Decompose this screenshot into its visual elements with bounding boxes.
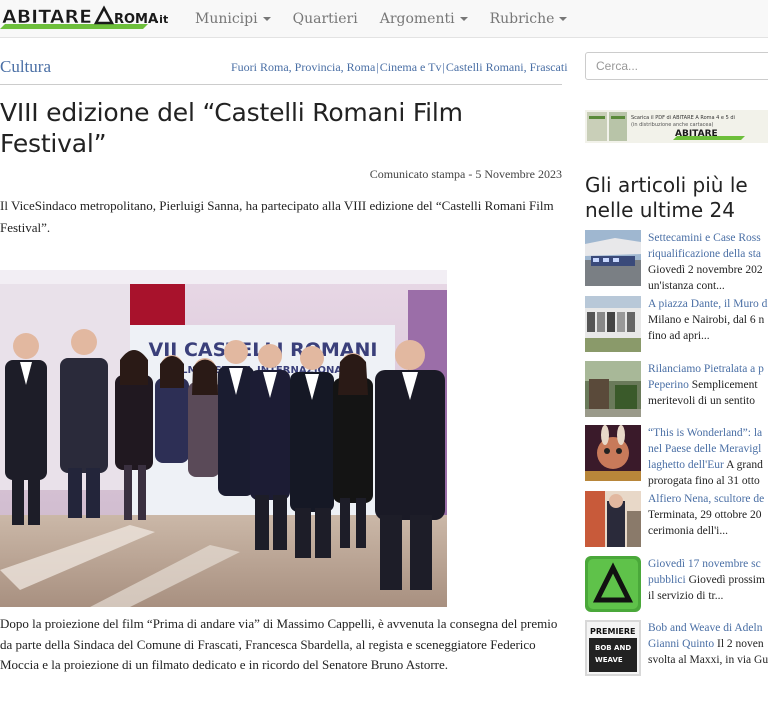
article-link[interactable]: Alfiero Nena, scultore de: [648, 491, 768, 507]
thumb-text: PREMIERE: [590, 627, 636, 636]
banner-text: Scarica il PDF di ABITARE A Roma 4 e 5 d…: [631, 115, 735, 121]
article-link[interactable]: Giovedì 17 novembre sc: [648, 556, 768, 572]
banner-subtext: (in distribuzione anche cartacea): [631, 122, 714, 128]
chevron-down-icon: [559, 17, 568, 21]
article-tags: Fuori Roma, Provincia, Roma|Cinema e Tv|…: [231, 60, 568, 74]
nav-quartieri-label: Quartieri: [292, 11, 358, 27]
chevron-down-icon: [459, 17, 468, 21]
popular-articles-heading: Gli articoli più le nelle ultime 24: [585, 173, 768, 223]
nav-menu: Municipi Quartieri Argomenti Rubriche: [195, 0, 589, 38]
article-thumbnail: [585, 230, 641, 286]
heading-line: nelle ultime 24: [585, 198, 735, 222]
top-navbar: ABITARE ROMA .it Municipi Quartieri Argo…: [0, 0, 768, 38]
article-snippet: meritevoli di un sentito: [648, 395, 755, 407]
logo-text: ABITARE: [2, 6, 92, 28]
chevron-down-icon: [262, 17, 271, 21]
article-link[interactable]: Gianni Quinto: [648, 638, 714, 650]
article-link[interactable]: nel Paese delle Meravigl: [648, 441, 768, 457]
article-snippet: cerimonia dell'i...: [648, 525, 728, 537]
article-link[interactable]: Settecamini e Case Ross: [648, 230, 768, 246]
article-link[interactable]: riqualificazione della sta: [648, 246, 768, 262]
logo-tld: .it: [155, 13, 168, 26]
article-link[interactable]: laghetto dell'Eur: [648, 459, 724, 471]
article-thumbnail: [585, 361, 641, 417]
article-paragraph: Dopo la proiezione del film “Prima di an…: [0, 616, 558, 672]
heading-line: Gli articoli più le: [585, 173, 748, 197]
article-thumbnail: [585, 425, 641, 481]
article-snippet: un'istanza cont...: [648, 280, 725, 292]
nav-rubriche[interactable]: Rubriche: [490, 11, 568, 27]
section-label[interactable]: Cultura: [0, 57, 51, 77]
divider: [0, 84, 562, 85]
article-snippet: Giovedì 2 novembre 202: [648, 264, 763, 276]
thumb-text: BOB AND: [595, 644, 631, 652]
article-snippet: Giovedì prossim: [688, 574, 765, 586]
article-snippet: fino ad apri...: [648, 330, 710, 342]
nav-argomenti-label: Argomenti: [379, 11, 455, 27]
list-item[interactable]: Rilanciamo Pietralata a p Peperino Sempl…: [585, 361, 768, 418]
article-title: VIII edizione del “Castelli Romani Film …: [0, 98, 463, 158]
tag-link[interactable]: Castelli Romani, Frascati: [446, 60, 568, 74]
article-link[interactable]: pubblici: [648, 574, 686, 586]
article-snippet: il servizio di tr...: [648, 590, 724, 602]
article-link[interactable]: Peperino: [648, 379, 689, 391]
article-snippet: A grand: [726, 459, 763, 471]
article-thumbnail: [585, 491, 641, 547]
article-snippet: Terminata, 29 ottobre 20: [648, 509, 762, 521]
list-item[interactable]: Settecamini e Case Ross riqualificazione…: [585, 230, 768, 292]
article-snippet: svolta al Maxxi, in via Gu: [648, 654, 768, 666]
article-link[interactable]: Rilanciamo Pietralata a p: [648, 361, 768, 377]
list-item[interactable]: Alfiero Nena, scultore de Terminata, 29 …: [585, 491, 768, 548]
nav-rubriche-label: Rubriche: [489, 11, 555, 27]
list-item[interactable]: “This is Wonderland”: la nel Paese delle…: [585, 425, 768, 487]
abitare-logo-icon: [585, 556, 641, 612]
article-paragraph: Il ViceSindaco metropolitano, Pierluigi …: [0, 198, 554, 235]
list-item[interactable]: Giovedì 17 novembre sc pubblici Giovedì …: [585, 556, 768, 613]
nav-municipi[interactable]: Municipi: [195, 11, 271, 27]
article-link[interactable]: Bob and Weave di Adeln: [648, 620, 768, 636]
article-snippet: Milano e Nairobi, dal 6 n: [648, 314, 765, 326]
article-snippet: Il 2 noven: [717, 638, 764, 650]
article-snippet: Semplicement: [691, 379, 758, 391]
site-logo[interactable]: ABITARE ROMA .it: [0, 2, 172, 32]
nav-quartieri[interactable]: Quartieri: [293, 11, 358, 27]
list-item[interactable]: PREMIERE BOB AND WEAVE Bob and Weave di …: [585, 620, 768, 677]
search-input[interactable]: Cerca...: [585, 52, 768, 80]
article-link[interactable]: “This is Wonderland”: la: [648, 425, 768, 441]
nav-municipi-label: Municipi: [195, 11, 258, 27]
tag-link[interactable]: Fuori Roma, Provincia, Roma: [231, 60, 375, 74]
article-photo: VII CASTELLI ROMANI FILM FESTIVAL INTERN…: [0, 270, 447, 607]
thumb-text: WEAVE: [595, 656, 623, 664]
logo-text-roma: ROMA: [114, 12, 158, 27]
article-thumbnail: PREMIERE BOB AND WEAVE: [585, 620, 641, 676]
banner-logo: ABITARE: [675, 129, 718, 139]
article-byline: Comunicato stampa - 5 Novembre 2023: [369, 167, 562, 181]
tag-link[interactable]: Cinema e Tv: [380, 60, 442, 74]
article-thumbnail: [585, 296, 641, 352]
pdf-download-banner[interactable]: Scarica il PDF di ABITARE A Roma 4 e 5 d…: [585, 110, 768, 143]
article-snippet: prorogata fino al 31 otto: [648, 475, 760, 487]
article-link[interactable]: A piazza Dante, il Muro d: [648, 296, 768, 312]
list-item[interactable]: A piazza Dante, il Muro d Milano e Nairo…: [585, 296, 768, 353]
nav-argomenti[interactable]: Argomenti: [380, 11, 468, 27]
